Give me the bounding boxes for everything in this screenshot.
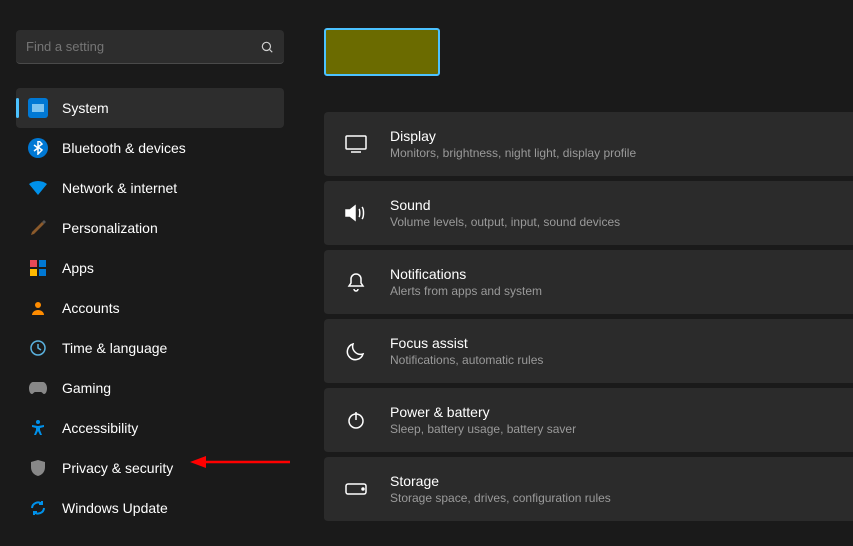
sidebar-item-personalization[interactable]: Personalization: [16, 208, 284, 248]
settings-item-sub: Alerts from apps and system: [390, 284, 542, 298]
sidebar-item-apps[interactable]: Apps: [16, 248, 284, 288]
settings-item-text: Display Monitors, brightness, night ligh…: [390, 128, 636, 160]
search-icon: [260, 40, 274, 54]
sidebar-item-label: Windows Update: [62, 500, 168, 516]
main-panel: Display Monitors, brightness, night ligh…: [300, 0, 853, 546]
clock-icon: [28, 338, 48, 358]
settings-item-sub: Volume levels, output, input, sound devi…: [390, 215, 620, 229]
sidebar-item-label: System: [62, 100, 109, 116]
apps-icon: [28, 258, 48, 278]
search-box[interactable]: [16, 30, 284, 64]
settings-item-power[interactable]: Power & battery Sleep, battery usage, ba…: [324, 388, 853, 453]
sidebar-item-network[interactable]: Network & internet: [16, 168, 284, 208]
bell-icon: [344, 270, 368, 294]
sidebar-item-label: Apps: [62, 260, 94, 276]
settings-item-sub: Monitors, brightness, night light, displ…: [390, 146, 636, 160]
sidebar: System Bluetooth & devices Network & int…: [0, 0, 300, 546]
settings-item-text: Sound Volume levels, output, input, soun…: [390, 197, 620, 229]
settings-item-title: Sound: [390, 197, 620, 213]
power-icon: [344, 408, 368, 432]
gaming-icon: [28, 378, 48, 398]
settings-item-text: Storage Storage space, drives, configura…: [390, 473, 611, 505]
sidebar-item-label: Network & internet: [62, 180, 177, 196]
sidebar-item-accessibility[interactable]: Accessibility: [16, 408, 284, 448]
search-input[interactable]: [26, 39, 260, 54]
display-preview-thumbnail[interactable]: [324, 28, 440, 76]
sidebar-item-label: Gaming: [62, 380, 111, 396]
sidebar-item-update[interactable]: Windows Update: [16, 488, 284, 528]
settings-item-title: Storage: [390, 473, 611, 489]
sidebar-item-accounts[interactable]: Accounts: [16, 288, 284, 328]
settings-item-title: Power & battery: [390, 404, 576, 420]
shield-icon: [28, 458, 48, 478]
sidebar-item-label: Accounts: [62, 300, 120, 316]
system-icon: [28, 98, 48, 118]
sidebar-item-label: Bluetooth & devices: [62, 140, 186, 156]
settings-item-sub: Sleep, battery usage, battery saver: [390, 422, 576, 436]
storage-icon: [344, 477, 368, 501]
moon-icon: [344, 339, 368, 363]
sidebar-item-gaming[interactable]: Gaming: [16, 368, 284, 408]
settings-item-sub: Notifications, automatic rules: [390, 353, 543, 367]
settings-item-text: Power & battery Sleep, battery usage, ba…: [390, 404, 576, 436]
sidebar-item-label: Personalization: [62, 220, 158, 236]
sidebar-item-privacy[interactable]: Privacy & security: [16, 448, 284, 488]
sidebar-item-label: Accessibility: [62, 420, 138, 436]
settings-item-storage[interactable]: Storage Storage space, drives, configura…: [324, 457, 853, 522]
settings-item-focus[interactable]: Focus assist Notifications, automatic ru…: [324, 319, 853, 384]
settings-item-notifications[interactable]: Notifications Alerts from apps and syste…: [324, 250, 853, 315]
sidebar-item-time[interactable]: Time & language: [16, 328, 284, 368]
accessibility-icon: [28, 418, 48, 438]
settings-item-title: Display: [390, 128, 636, 144]
person-icon: [28, 298, 48, 318]
sidebar-item-bluetooth[interactable]: Bluetooth & devices: [16, 128, 284, 168]
update-icon: [28, 498, 48, 518]
settings-item-sound[interactable]: Sound Volume levels, output, input, soun…: [324, 181, 853, 246]
bluetooth-icon: [28, 138, 48, 158]
settings-item-text: Focus assist Notifications, automatic ru…: [390, 335, 543, 367]
settings-item-title: Focus assist: [390, 335, 543, 351]
sound-icon: [344, 201, 368, 225]
settings-item-title: Notifications: [390, 266, 542, 282]
settings-item-sub: Storage space, drives, configuration rul…: [390, 491, 611, 505]
settings-item-display[interactable]: Display Monitors, brightness, night ligh…: [324, 112, 853, 177]
sidebar-item-system[interactable]: System: [16, 88, 284, 128]
wifi-icon: [28, 178, 48, 198]
paintbrush-icon: [28, 218, 48, 238]
settings-item-text: Notifications Alerts from apps and syste…: [390, 266, 542, 298]
display-icon: [344, 132, 368, 156]
sidebar-item-label: Time & language: [62, 340, 167, 356]
sidebar-item-label: Privacy & security: [62, 460, 173, 476]
